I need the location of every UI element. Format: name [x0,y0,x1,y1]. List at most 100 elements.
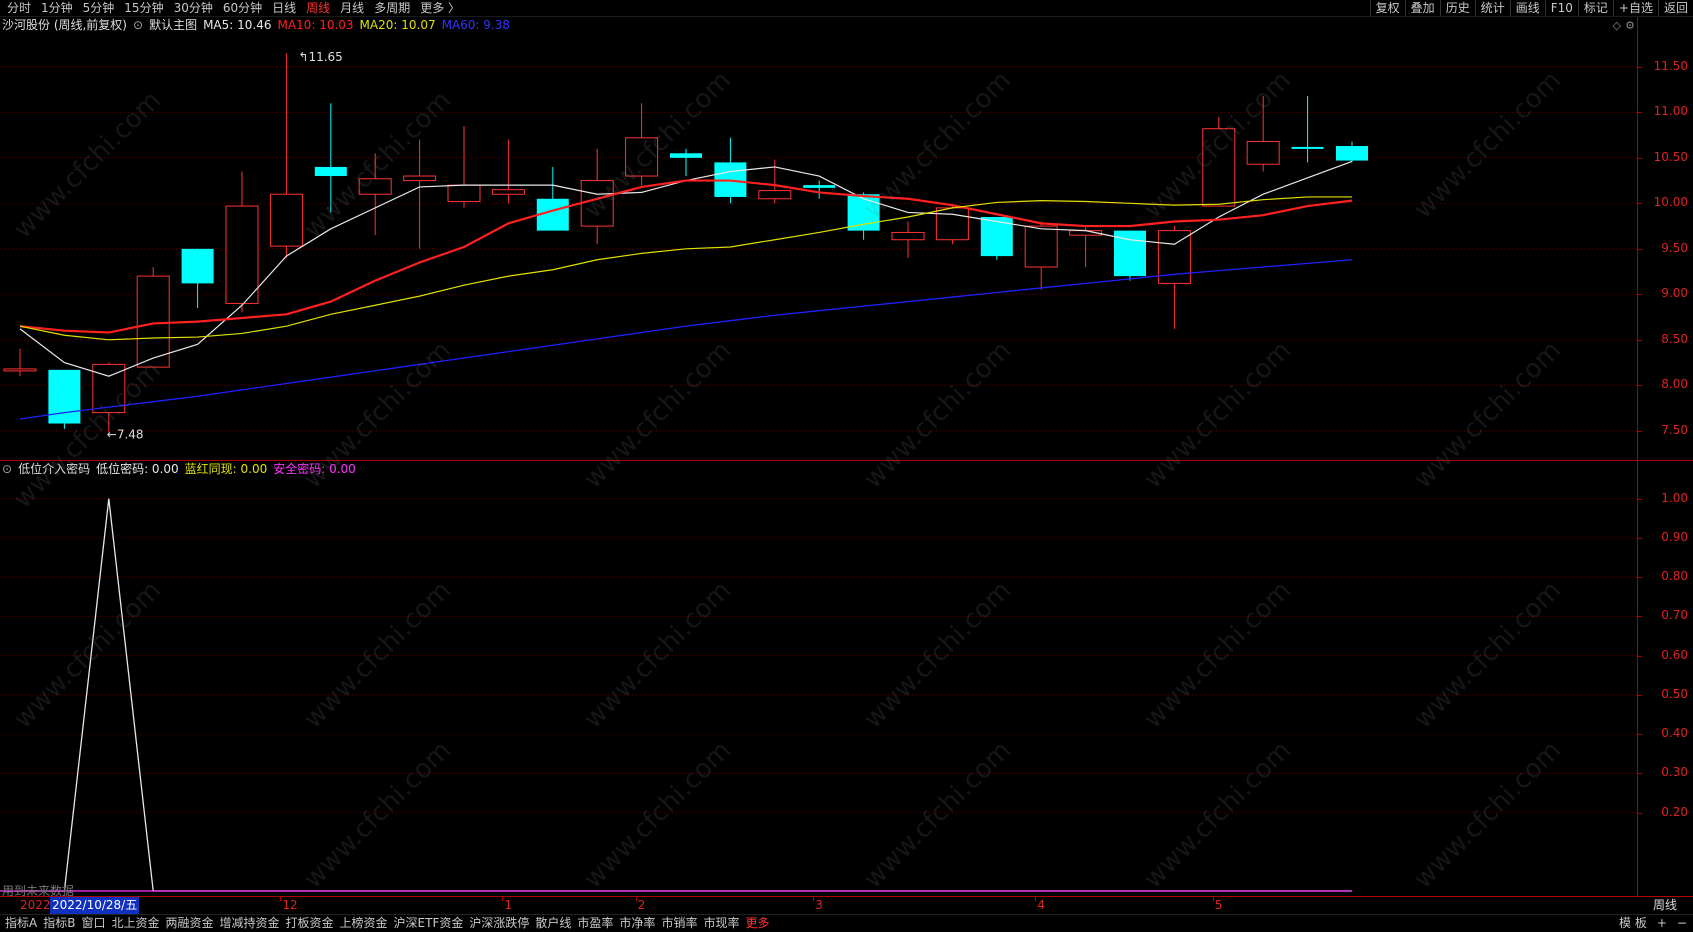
indicator-tick-label: 0.80 [1661,569,1688,584]
candle-body[interactable] [491,189,525,195]
month-tick [502,897,504,901]
month-label: 2 [637,898,646,912]
candle-body[interactable] [3,368,37,372]
candle-body[interactable] [314,166,347,177]
candle-body[interactable] [447,184,481,203]
price-tick-label: 11.50 [1653,58,1688,73]
candle-body[interactable] [891,231,925,241]
bottom-button-8[interactable]: 沪深ETF资金 [391,915,467,932]
toolbar-button-8[interactable]: 返回 [1657,0,1693,16]
candlestick-chart: ↰11.65 ←7.48 [0,50,1637,442]
month-tick [813,897,815,901]
tick-mark [1638,616,1642,618]
period-tab-10[interactable]: 更多 〉 [415,0,465,16]
bottom-right-button-2[interactable]: − [1677,915,1687,932]
tick-mark [1638,385,1642,387]
tick-mark [1638,157,1642,159]
period-label[interactable]: 周线 [1653,897,1677,914]
indicator-tick-label: 0.30 [1661,765,1688,780]
price-tick-label: 10.50 [1653,149,1688,164]
price-tick-label: 8.00 [1661,377,1688,392]
candle-body[interactable] [48,369,81,424]
toolbar-button-1[interactable]: 叠加 [1404,0,1440,16]
bottom-right-button-0[interactable]: 模 板 [1619,915,1647,932]
period-tab-3[interactable]: 15分钟 [119,0,168,16]
stock-chart-window: 分时 1分钟 5分钟 15分钟 30分钟 60分钟 日线 周线 月线 多周期 更多 〉 复权 叠加 历史… [0,0,1693,932]
indicator-panel[interactable]: ⊙ 低位介入密码 低位密码: 0.00 蓝红同现: 0.00 安全密码: 0.0… [0,461,1693,898]
period-tab-5[interactable]: 60分钟 [218,0,267,16]
candle-body[interactable] [670,153,702,158]
candle-body[interactable] [758,190,792,200]
bottom-button-6[interactable]: 打板资金 [283,915,337,932]
period-tab-7[interactable]: 周线 [301,0,335,16]
candle-body[interactable] [625,137,659,177]
candle-body[interactable] [803,185,836,188]
tick-mark [1638,498,1642,500]
indicator-axis: 1.00 0.90 0.80 0.70 0.60 0.50 0.40 0.30 0.20 [1637,461,1693,896]
candle-body[interactable] [403,175,437,182]
period-tab-0[interactable]: 分时 [2,0,36,16]
candle-body[interactable] [181,248,214,284]
bottom-button-11[interactable]: 市盈率 [574,915,616,932]
bottom-button-14[interactable]: 市现率 [700,915,742,932]
toolbar-button-0[interactable]: 复权 [1369,0,1405,16]
high-price-label: ↰11.65 [298,50,342,64]
candle-body[interactable] [935,207,969,241]
candle-body[interactable] [1291,146,1324,149]
candle-body[interactable] [580,180,614,227]
bottom-button-13[interactable]: 市销率 [658,915,700,932]
candle-body[interactable] [269,193,303,247]
bottom-button-1[interactable]: 指标B [40,915,78,932]
price-axis: 11.50 11.00 10.50 10.00 9.50 9.00 8.50 8.00 7.50 [1637,17,1693,460]
bottom-button-3[interactable]: 北上资金 [108,915,162,932]
candle-body[interactable] [1202,128,1236,207]
toolbar-button-6[interactable]: 标记 [1577,0,1613,16]
bottom-button-15[interactable]: 更多 [742,915,772,932]
price-tick-label: 11.00 [1653,104,1688,119]
toolbar-button-4[interactable]: 画线 [1509,0,1545,16]
cursor-date: 2022/10/28/五 [50,897,140,914]
indicator-tick-label: 0.60 [1661,647,1688,662]
bottom-right-button-1[interactable]: + [1657,915,1667,932]
candle-body[interactable] [1246,140,1280,165]
indicator-tick-label: 0.50 [1661,686,1688,701]
bottom-button-10[interactable]: 散户线 [532,915,574,932]
candle-body[interactable] [358,178,392,195]
period-tab-1[interactable]: 1分钟 [36,0,78,16]
candle-body[interactable] [225,205,259,304]
month-label: 5 [1214,898,1223,912]
month-label: 4 [1037,898,1045,912]
tick-mark [1638,430,1642,432]
bottom-button-5[interactable]: 增减持资金 [217,915,283,932]
candle-body[interactable] [1336,146,1368,161]
toolbar-button-7[interactable]: +自选 [1612,0,1658,16]
tick-mark [1638,112,1642,114]
price-panel[interactable]: 沙河股份 (周线,前复权) ⊙ 默认主图 MA5: 10.46 MA10: 10… [0,17,1693,460]
toolbar-button-5[interactable]: F10 [1544,0,1578,16]
tick-mark [1638,694,1642,696]
indicator-chart [0,498,1637,892]
price-tick-label: 9.00 [1661,286,1688,301]
tick-mark [1638,248,1642,250]
period-tab-8[interactable]: 月线 [335,0,369,16]
toolbar-button-3[interactable]: 统计 [1474,0,1510,16]
period-tab-2[interactable]: 5分钟 [78,0,120,16]
period-tab-6[interactable]: 日线 [267,0,301,16]
toolbar-button-2[interactable]: 历史 [1439,0,1475,16]
candle-body[interactable] [136,275,170,368]
bottom-button-7[interactable]: 上榜资金 [337,915,391,932]
tick-mark [1638,773,1642,775]
bottom-button-9[interactable]: 沪深涨跌停 [466,915,532,932]
bottom-button-0[interactable]: 指标A [2,915,40,932]
candle-body[interactable] [847,194,880,231]
bottom-button-4[interactable]: 两融资金 [162,915,216,932]
tick-mark [1638,339,1642,341]
bottom-button-2[interactable]: 窗口 [78,915,108,932]
candle-body[interactable] [1024,225,1058,268]
month-label: 12 [282,898,298,912]
bottom-button-12[interactable]: 市净率 [616,915,658,932]
period-tab-4[interactable]: 30分钟 [169,0,218,16]
year-marker: 2022 [20,898,51,912]
tick-mark [1638,734,1642,736]
period-tab-9[interactable]: 多周期 [369,0,415,16]
